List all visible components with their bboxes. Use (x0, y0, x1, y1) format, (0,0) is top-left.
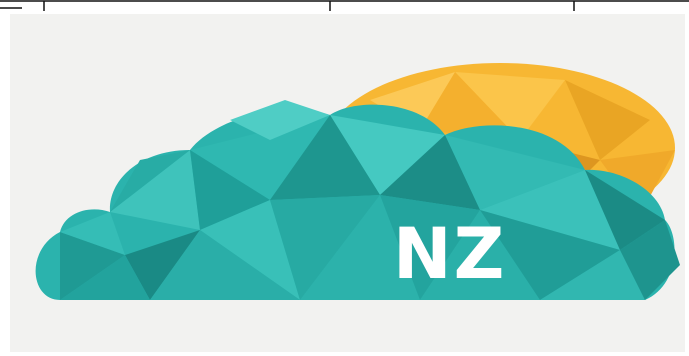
logo-text: NZ (393, 213, 506, 295)
nz-weather-logo: NZ (35, 63, 680, 301)
page: NZ (0, 0, 689, 356)
